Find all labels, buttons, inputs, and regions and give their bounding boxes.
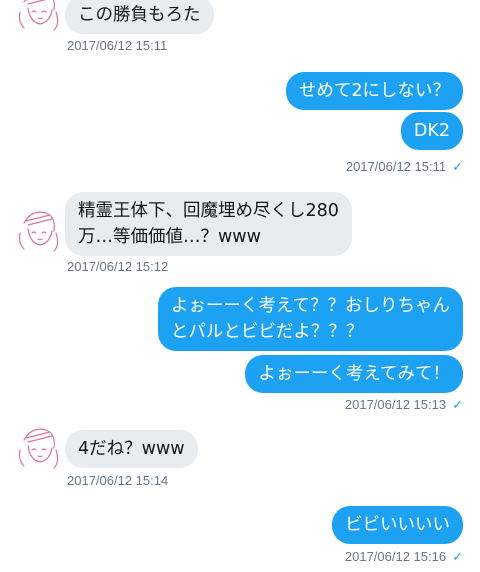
message-timestamp: 2017/06/12 15:11 [67, 38, 168, 53]
message-text-line: よぉーーく考えて？？おしりちゃん [170, 296, 450, 316]
avatar[interactable] [12, 0, 64, 34]
message-bubble-outgoing[interactable]: よぉーーく考えてみて！ [245, 355, 463, 393]
timestamp-text: 2017/06/12 15:13 [344, 397, 447, 412]
avatar-sketch-icon [18, 211, 59, 252]
message-text: 4だね？www [78, 439, 185, 459]
avatar[interactable] [12, 420, 64, 472]
timestamp-text: 2017/06/12 15:11 [345, 159, 447, 174]
message-bubble-outgoing[interactable]: よぉーーく考えて？？おしりちゃん とパルとビビだよ？？？ [157, 287, 463, 351]
message-timestamp: 2017/06/12 15:16 ✓ [345, 549, 463, 565]
read-check-icon: ✓ [452, 397, 463, 412]
message-bubble-outgoing[interactable]: ビビいいいい [332, 506, 463, 544]
timestamp-text: 2017/06/12 15:16 [344, 549, 447, 564]
message-text-line: 万…等価価値…？www [78, 227, 261, 247]
avatar[interactable] [12, 203, 64, 255]
avatar-sketch-icon [18, 428, 59, 469]
message-timestamp: 2017/06/12 15:11 ✓ [346, 159, 463, 175]
message-text: DK2 [413, 121, 450, 141]
message-timestamp: 2017/06/12 15:13 ✓ [345, 397, 463, 413]
message-bubble-incoming[interactable]: 精霊王体下、回魔埋め尽くし280 万…等価価値…？www [65, 192, 352, 256]
read-check-icon: ✓ [452, 549, 463, 564]
message-bubble-outgoing[interactable]: せめて2にしない？ [285, 72, 463, 110]
message-text: ビビいいいい [345, 515, 450, 535]
message-bubble-incoming[interactable]: 4だね？www [65, 430, 198, 468]
message-text-line: とパルとビビだよ？？？ [170, 322, 364, 342]
read-check-icon: ✓ [452, 159, 463, 174]
message-timestamp: 2017/06/12 15:14 [67, 473, 169, 488]
message-text-line: 精霊王体下、回魔埋め尽くし280 [78, 201, 339, 221]
avatar-sketch-icon [18, 0, 59, 31]
message-bubble-outgoing[interactable]: DK2 [400, 112, 463, 150]
message-text: この勝負もろた [78, 5, 201, 25]
message-text: よぉーーく考えてみて！ [258, 364, 450, 384]
message-timestamp: 2017/06/12 15:12 [67, 259, 169, 274]
message-text: せめて2にしない？ [298, 81, 450, 101]
message-bubble-incoming[interactable]: この勝負もろた [65, 0, 214, 34]
